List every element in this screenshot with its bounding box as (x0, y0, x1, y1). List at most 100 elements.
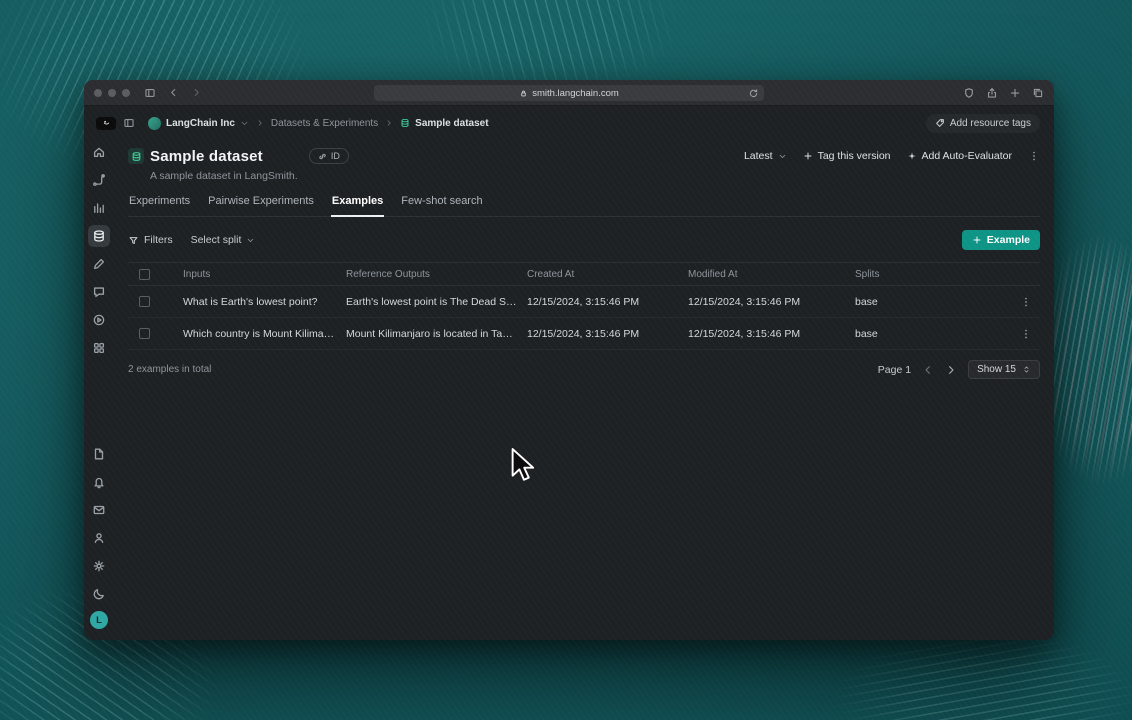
tab-few-shot-search[interactable]: Few-shot search (400, 195, 483, 217)
examples-table: Inputs Reference Outputs Created At Modi… (128, 262, 1040, 350)
sidebar-item-settings[interactable] (88, 555, 110, 577)
browser-window: smith.langchain.com LangChain Inc Datase (84, 80, 1054, 640)
sidebar-item-notifications[interactable] (88, 471, 110, 493)
tab-pairwise-experiments[interactable]: Pairwise Experiments (207, 195, 315, 217)
pagination: Page 1 Show 15 (878, 360, 1040, 379)
tag-version-label: Tag this version (817, 150, 891, 162)
filters-button[interactable]: Filters (128, 234, 173, 246)
refresh-icon[interactable] (748, 88, 759, 99)
back-icon[interactable] (168, 87, 179, 98)
page-subtitle: A sample dataset in LangSmith. (150, 170, 298, 182)
page-title: Sample dataset (150, 147, 263, 165)
breadcrumb-page[interactable]: Sample dataset (400, 117, 489, 129)
tab-experiments[interactable]: Experiments (128, 195, 191, 217)
app-body: L Sample dataset ID Latest Tag this vers… (84, 140, 1054, 639)
cell-created-at: 12/15/2024, 3:15:46 PM (527, 327, 640, 340)
cell-inputs: Which country is Mount Kilimanjaro... (183, 327, 346, 340)
select-all-checkbox[interactable] (139, 268, 150, 280)
sidebar-item-datasets[interactable] (88, 225, 110, 247)
header-more-menu-icon[interactable] (1028, 150, 1040, 162)
page-header: Sample dataset ID Latest Tag this versio… (128, 144, 1040, 168)
page-size-label: Show 15 (977, 364, 1016, 375)
browser-sidebar-icon[interactable] (144, 87, 156, 99)
browser-toolbar: smith.langchain.com (84, 80, 1054, 106)
tag-icon (935, 118, 945, 128)
column-header-splits: Splits (855, 268, 880, 280)
add-example-button[interactable]: Example (961, 230, 1040, 250)
sidebar-item-theme[interactable] (88, 583, 110, 605)
minimize-button[interactable] (108, 88, 116, 97)
filters-label: Filters (144, 234, 173, 246)
id-label: ID (330, 151, 340, 161)
sidebar-item-mail[interactable] (88, 499, 110, 521)
sidebar-item-home[interactable] (88, 141, 110, 163)
link-icon (318, 152, 327, 161)
select-split-dropdown[interactable]: Select split (191, 234, 256, 246)
breadcrumb-separator-icon (256, 119, 264, 127)
main-content: Sample dataset ID Latest Tag this versio… (114, 140, 1054, 639)
close-button[interactable] (94, 88, 102, 97)
user-avatar[interactable]: L (90, 611, 108, 629)
chevron-down-icon (778, 152, 787, 161)
add-example-label: Example (986, 234, 1030, 246)
add-auto-evaluator-button[interactable]: Add Auto-Evaluator (907, 150, 1012, 162)
row-more-menu-icon[interactable] (1020, 296, 1032, 308)
filter-bar: Filters Select split Example (128, 230, 1040, 250)
version-label: Latest (743, 150, 773, 162)
version-dropdown[interactable]: Latest (744, 150, 787, 162)
dataset-icon (400, 118, 410, 128)
forward-icon[interactable] (191, 87, 202, 98)
previous-page-icon[interactable] (922, 364, 934, 376)
zoom-button[interactable] (122, 88, 130, 97)
tab-overview-icon[interactable] (1032, 87, 1044, 99)
address-bar[interactable]: smith.langchain.com (374, 85, 764, 101)
app-topbar: LangChain Inc Datasets & Experiments Sam… (84, 106, 1054, 140)
table-row[interactable]: Which country is Mount Kilimanjaro... Mo… (128, 318, 1040, 350)
sidebar-item-apps[interactable] (88, 337, 110, 359)
breadcrumb-section[interactable]: Datasets & Experiments (271, 118, 378, 129)
row-checkbox[interactable] (139, 328, 150, 339)
privacy-shield-icon[interactable] (963, 87, 975, 99)
cell-splits: base (855, 327, 878, 340)
column-header-modified-at: Modified At (688, 268, 738, 280)
panel-collapse-icon[interactable] (123, 117, 135, 129)
org-name: LangChain Inc (166, 117, 235, 129)
dataset-id-pill[interactable]: ID (308, 148, 349, 164)
page-size-dropdown[interactable]: Show 15 (968, 360, 1040, 379)
cell-modified-at: 12/15/2024, 3:15:46 PM (688, 295, 801, 308)
cell-modified-at: 12/15/2024, 3:15:46 PM (688, 327, 801, 340)
add-resource-tags-label: Add resource tags (949, 117, 1031, 129)
select-split-label: Select split (190, 234, 242, 246)
sidebar-item-docs[interactable] (88, 443, 110, 465)
add-resource-tags-button[interactable]: Add resource tags (925, 113, 1040, 133)
cell-reference-outputs: Earth's lowest point is The Dead Sea. (346, 295, 521, 308)
sidebar-item-annotation[interactable] (88, 253, 110, 275)
window-controls (94, 88, 130, 97)
sidebar-item-members[interactable] (88, 527, 110, 549)
table-row[interactable]: What is Earth's lowest point? Earth's lo… (128, 286, 1040, 318)
row-checkbox[interactable] (139, 296, 150, 307)
row-more-menu-icon[interactable] (1020, 328, 1032, 340)
caret-up-down-icon (1022, 365, 1031, 374)
tab-bar: Experiments Pairwise Experiments Example… (128, 195, 1040, 217)
table-header-row: Inputs Reference Outputs Created At Modi… (128, 262, 1040, 286)
langsmith-logo[interactable] (96, 116, 116, 130)
share-icon[interactable] (986, 87, 998, 99)
table-footer: 2 examples in total Page 1 Show 15 (128, 360, 1040, 379)
tag-version-button[interactable]: Tag this version (803, 150, 891, 162)
sidebar-item-playground[interactable] (88, 309, 110, 331)
breadcrumb-org[interactable]: LangChain Inc (148, 116, 249, 130)
breadcrumb-page-label: Sample dataset (415, 117, 489, 129)
next-page-icon[interactable] (945, 364, 957, 376)
sidebar-item-feedback[interactable] (88, 281, 110, 303)
sidebar-item-monitoring[interactable] (88, 197, 110, 219)
new-tab-icon[interactable] (1009, 87, 1021, 99)
tab-examples[interactable]: Examples (330, 195, 385, 217)
sidebar: L (84, 140, 114, 639)
sparkle-icon (907, 151, 917, 161)
desktop-background: smith.langchain.com LangChain Inc Datase (0, 0, 1132, 720)
cell-reference-outputs: Mount Kilimanjaro is located in Tanzania… (346, 327, 527, 340)
sidebar-item-tracing[interactable] (88, 169, 110, 191)
chevron-down-icon (240, 119, 249, 128)
lock-icon (519, 89, 528, 98)
